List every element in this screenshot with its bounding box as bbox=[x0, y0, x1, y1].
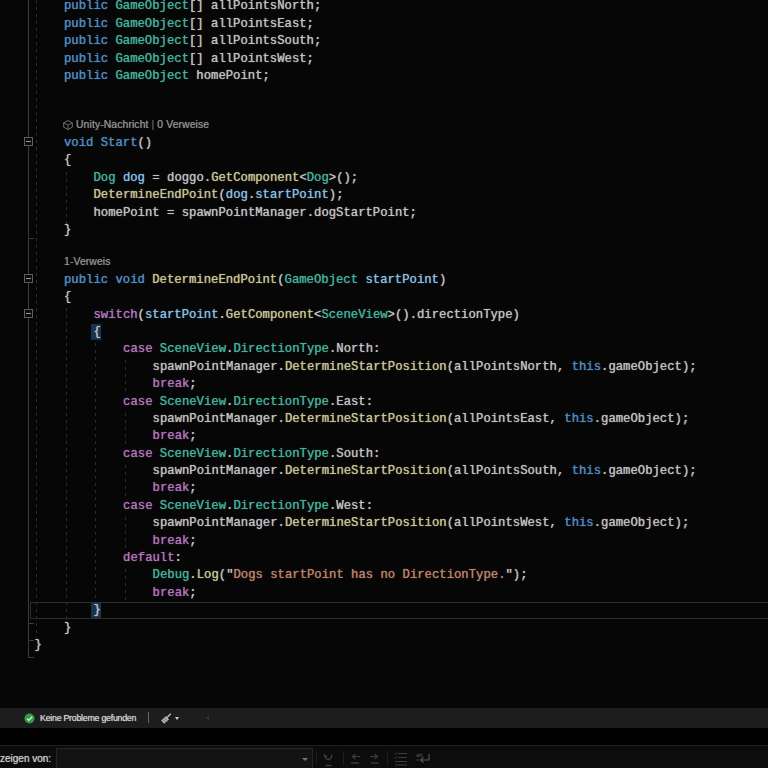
svg-text:ab: ab bbox=[416, 752, 423, 758]
